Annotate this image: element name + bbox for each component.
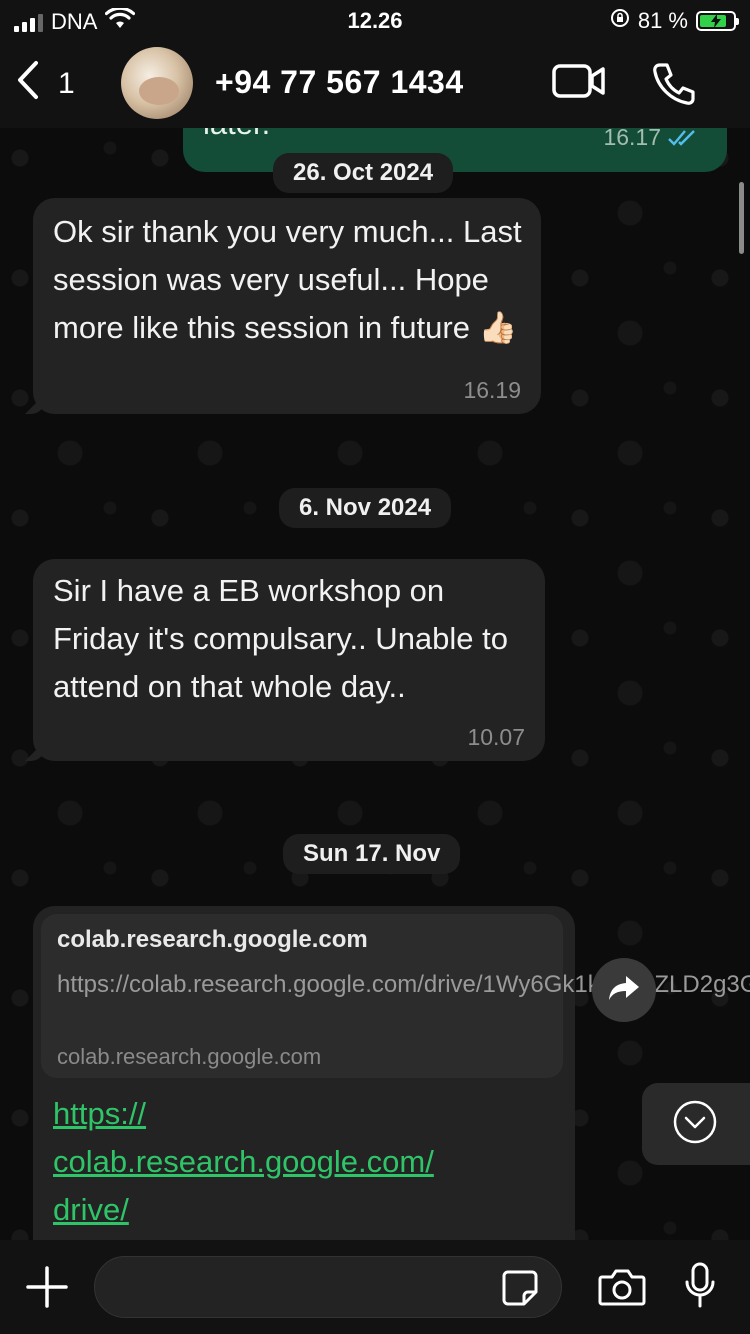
message-time: 16.17 [603, 128, 661, 150]
message-link[interactable]: https:// colab.research.google.com/ driv… [53, 1090, 434, 1234]
plus-icon[interactable] [26, 1266, 68, 1313]
message-text: later. [203, 128, 270, 142]
microphone-icon[interactable] [684, 1262, 716, 1315]
message-text: Sir I have a EB workshop on Friday it's … [53, 573, 509, 704]
back-chevron-icon [16, 60, 40, 108]
link-preview-title: colab.research.google.com [57, 926, 368, 953]
camera-icon[interactable] [598, 1268, 646, 1311]
incoming-link-message[interactable]: colab.research.google.com https://colab.… [33, 906, 750, 1240]
chat-header: 1 +94 77 567 1434 [0, 44, 750, 128]
back-button[interactable]: 1 [16, 60, 75, 108]
battery-charging-icon [696, 11, 739, 31]
date-separator: 6. Nov 2024 [279, 488, 452, 528]
scrollbar[interactable] [739, 182, 744, 254]
status-bar: DNA 12.26 81 % [0, 0, 750, 44]
outgoing-message[interactable]: later. 16.17 [183, 128, 727, 172]
sticker-icon[interactable] [502, 1270, 538, 1311]
link-line[interactable]: drive/ [53, 1186, 434, 1234]
scroll-to-bottom-button[interactable] [642, 1083, 750, 1165]
forward-arrow-icon [607, 974, 641, 1007]
message-time: 10.07 [467, 724, 525, 750]
avatar[interactable] [121, 47, 193, 119]
contact-name[interactable]: +94 77 567 1434 [215, 64, 464, 101]
date-separator: 26. Oct 2024 [273, 153, 454, 193]
incoming-message[interactable]: Ok sir thank you very much... Last sessi… [33, 198, 541, 414]
chevron-down-icon [672, 1099, 718, 1150]
message-text: Ok sir thank you very much... Last sessi… [53, 214, 522, 345]
forward-button[interactable] [592, 958, 656, 1022]
phone-call-icon[interactable] [652, 62, 696, 111]
chat-area[interactable]: later. 16.17 26. Oct 2024 Ok sir thank y… [0, 128, 750, 1240]
battery-percent: 81 % [637, 8, 688, 33]
message-time: 16.19 [463, 377, 521, 403]
video-call-icon[interactable] [552, 62, 606, 105]
unread-count: 1 [58, 67, 75, 100]
composer-bar [0, 1240, 750, 1334]
link-line[interactable]: https:// [53, 1090, 434, 1138]
link-line[interactable]: colab.research.google.com/ [53, 1138, 434, 1186]
link-preview-domain: colab.research.google.com [57, 1044, 322, 1069]
link-preview-url: https://colab.research.google.com/drive/… [57, 971, 750, 998]
status-right: 81 % [610, 8, 739, 34]
link-preview-card[interactable]: colab.research.google.com https://colab.… [41, 914, 750, 1078]
message-input[interactable] [94, 1256, 562, 1318]
date-separator: Sun 17. Nov [283, 834, 461, 874]
orientation-lock-icon [610, 8, 630, 34]
read-ticks-icon [667, 128, 699, 153]
incoming-message[interactable]: Sir I have a EB workshop on Friday it's … [33, 559, 545, 761]
